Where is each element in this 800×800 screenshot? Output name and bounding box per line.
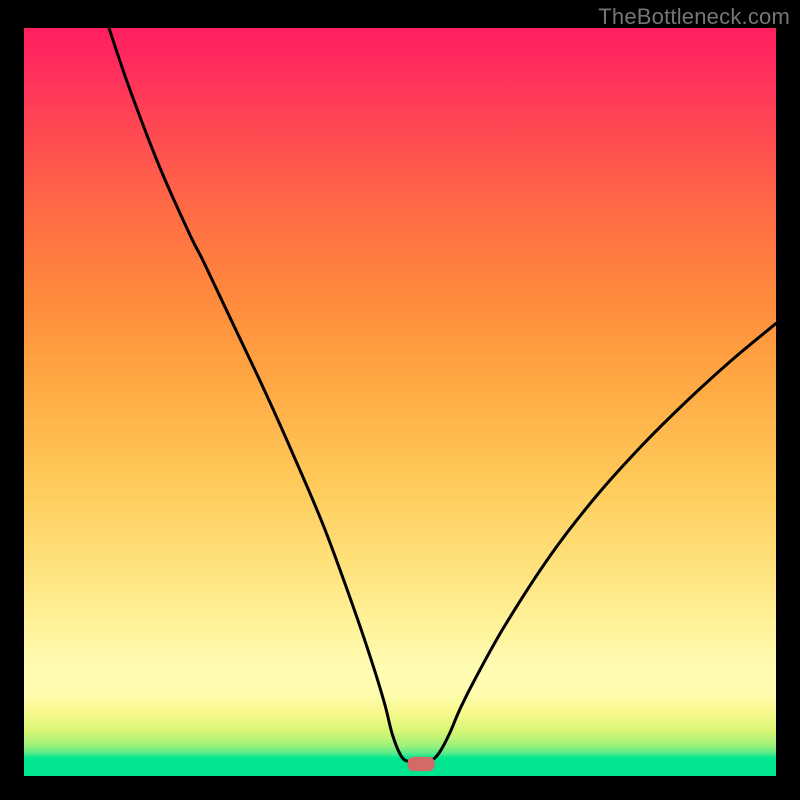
minimum-marker [408,757,435,771]
chart-frame: TheBottleneck.com [0,0,800,800]
bottleneck-curve [109,28,776,763]
watermark-text: TheBottleneck.com [598,4,790,30]
chart-svg [24,28,776,776]
